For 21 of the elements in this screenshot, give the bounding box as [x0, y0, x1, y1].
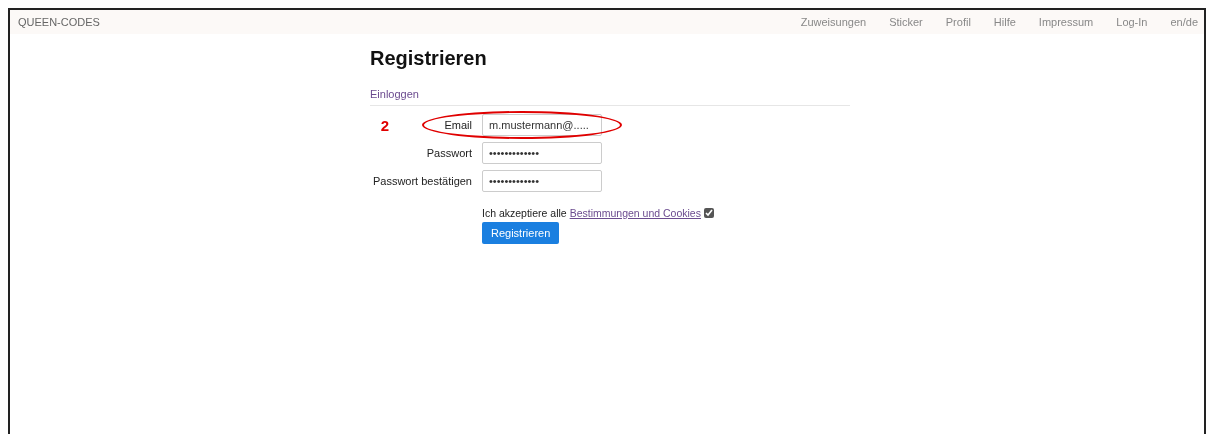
- input-field[interactable]: m.mustermann@.....: [482, 114, 602, 136]
- login-tab-link[interactable]: Einloggen: [370, 88, 850, 106]
- nav-link[interactable]: Sticker: [889, 16, 923, 28]
- terms-text: Ich akzeptiere alle: [482, 207, 567, 219]
- brand-name[interactable]: QUEEN-CODES: [18, 16, 778, 28]
- annotation-number: 2: [380, 116, 390, 134]
- nav-link[interactable]: Hilfe: [993, 16, 1016, 28]
- nav-link[interactable]: Profil: [945, 16, 971, 28]
- register-button[interactable]: Registrieren: [482, 222, 560, 244]
- input-field[interactable]: •••••••••••••: [482, 170, 602, 192]
- nav-link[interactable]: Impressum: [1038, 16, 1094, 28]
- terms-checkbox[interactable]: [703, 208, 714, 218]
- field-label: Passwort: [426, 147, 472, 159]
- page-title: Registrieren: [370, 47, 488, 70]
- input-field[interactable]: •••••••••••••: [482, 142, 602, 164]
- terms-link[interactable]: Bestimmungen und Cookies: [569, 207, 701, 219]
- nav-link[interactable]: en/de: [1170, 16, 1198, 28]
- nav-link[interactable]: Log-In: [1116, 16, 1148, 28]
- field-label: Email: [444, 119, 472, 131]
- field-label: Passwort bestätigen: [372, 175, 472, 187]
- nav-link[interactable]: Zuweisungen: [800, 16, 867, 28]
